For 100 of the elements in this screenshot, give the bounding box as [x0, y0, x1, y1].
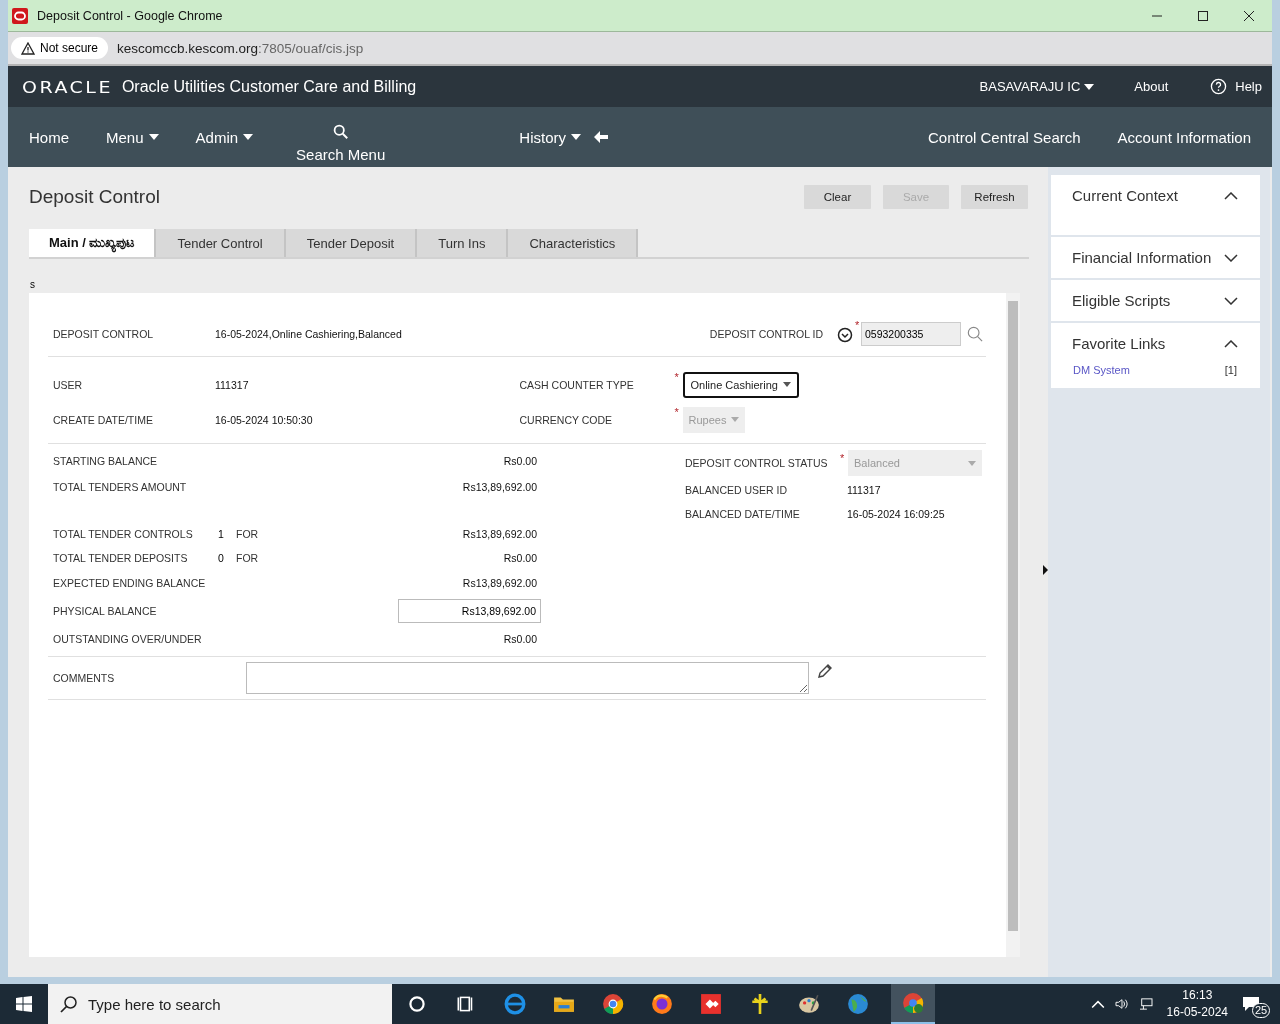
page-title: Deposit Control [29, 186, 160, 208]
window-title: Deposit Control - Google Chrome [37, 8, 223, 23]
taskbar-app-button[interactable] [891, 984, 935, 1024]
taskbar-search-field[interactable]: Type here to search [48, 984, 392, 1024]
select-dropdown[interactable]: Online Cashiering [682, 371, 799, 398]
palette-icon[interactable] [798, 993, 820, 1015]
firefox-icon[interactable] [651, 993, 673, 1015]
required-mark: * [855, 319, 860, 331]
logo: ORACLE [22, 77, 113, 96]
required-mark: * [674, 406, 679, 418]
caret-icon [731, 417, 740, 422]
field-value: 16-05-2024,Online Cashiering,Balanced [215, 327, 402, 340]
chevron-icon [1224, 253, 1238, 262]
amount-value: Rs0.00 [503, 552, 537, 564]
url-text[interactable]: kescomccb.kescom.org:7805/ouaf/cis.jsp [117, 40, 364, 56]
action-button[interactable]: Refresh [961, 185, 1028, 209]
amount-value: Rs0.00 [503, 455, 537, 467]
link-count: [1] [1224, 364, 1237, 376]
speaker-icon[interactable] [1114, 998, 1129, 1010]
tab[interactable]: Tender Control [156, 229, 286, 257]
arrows-app-icon[interactable] [700, 993, 722, 1015]
field-label: BALANCED DATE/TIME [685, 508, 801, 520]
for-label: FOR [236, 528, 259, 540]
field-label: PHYSICAL BALANCE [53, 605, 158, 617]
for-label: FOR [236, 552, 259, 564]
nav-dropdown[interactable]: Admin [195, 128, 254, 146]
search-icon [332, 123, 349, 140]
action-button[interactable]: Clear [804, 185, 871, 209]
nav-link[interactable]: Control Central Search [928, 128, 1081, 146]
amount-value: Rs13,89,692.00 [462, 577, 537, 589]
chevron-icon [1224, 191, 1238, 200]
field-value: 111317 [847, 484, 881, 496]
chrome-icon [902, 992, 924, 1014]
cortana-icon[interactable] [406, 993, 428, 1015]
field-label: USER [53, 378, 84, 391]
about-link[interactable]: About [1134, 79, 1169, 94]
nav-dropdown[interactable]: Menu [106, 128, 159, 146]
help-link[interactable]: Help [1210, 78, 1262, 95]
app-icon [12, 7, 28, 24]
history-dropdown[interactable]: History [519, 128, 581, 146]
back-arrow-icon[interactable] [593, 131, 608, 143]
nav-link[interactable]: Home [29, 128, 69, 146]
tab[interactable]: Characteristics [508, 229, 639, 257]
tab[interactable]: Turn Ins [417, 229, 509, 257]
nav-link[interactable]: Account Information [1117, 128, 1251, 146]
field-value: 16-05-2024 16:09:25 [847, 508, 945, 520]
field-label: STARTING BALANCE [53, 455, 159, 467]
zone-header[interactable]: Financial Information [1051, 237, 1260, 278]
antenna-icon[interactable] [749, 993, 771, 1015]
notification-count: 25 [1252, 1003, 1271, 1018]
amount-input[interactable]: Rs13,89,692.00 [398, 599, 541, 623]
field-value: 111317 [215, 378, 249, 391]
scrollbar[interactable] [1006, 293, 1020, 957]
collapse-arrow-icon[interactable] [1043, 564, 1048, 575]
field-label: COMMENTS [53, 672, 116, 684]
chevron-icon [1224, 339, 1238, 348]
network-icon[interactable] [1138, 998, 1153, 1010]
caret-icon [782, 382, 791, 387]
tab[interactable]: Main / ಮುಖ್ಯಪುಟ [29, 229, 157, 257]
field-label: DEPOSIT CONTROL STATUS [685, 457, 829, 469]
amount-value: Rs13,89,692.00 [462, 528, 537, 540]
notifications-button[interactable]: 25 [1242, 984, 1272, 1024]
caret-icon [570, 134, 581, 140]
chevron-up-icon[interactable] [1090, 998, 1105, 1010]
clock[interactable]: 16:13 16-05-2024 [1166, 987, 1228, 1021]
chrome-icon[interactable] [602, 993, 624, 1015]
section-label: s [30, 279, 36, 292]
field-label: CURRENCY CODE [519, 413, 614, 426]
comments-field[interactable] [246, 662, 809, 694]
field-label: CREATE DATE/TIME [53, 413, 154, 426]
chevron-icon [1224, 296, 1238, 305]
maximize-icon[interactable] [1197, 9, 1209, 22]
count-value: 1 [218, 528, 225, 540]
field-label: BALANCED USER ID [685, 484, 789, 496]
browser-e-icon[interactable] [504, 993, 526, 1015]
close-icon[interactable] [1243, 9, 1255, 22]
field-label: TOTAL TENDER CONTROLS [53, 528, 194, 540]
zone-header[interactable]: Current Context [1051, 175, 1260, 216]
count-value: 0 [218, 552, 225, 564]
search-icon[interactable] [967, 325, 983, 342]
product-title: Oracle Utilities Customer Care and Billing [121, 77, 417, 96]
field-label: DEPOSIT CONTROL [53, 327, 155, 340]
field-label: CASH COUNTER TYPE [519, 378, 635, 391]
user-menu[interactable]: BASAVARAJU IC [979, 79, 1095, 94]
search-menu-button[interactable]: Search Menu [296, 123, 386, 163]
start-icon[interactable] [16, 996, 32, 1012]
pencil-icon[interactable] [817, 663, 833, 679]
field-label: TOTAL TENDER DEPOSITS [53, 552, 189, 564]
field-label: EXPECTED ENDING BALANCE [53, 577, 207, 589]
zone-header[interactable]: Eligible Scripts [1051, 280, 1260, 321]
search-icon [60, 995, 78, 1013]
security-chip[interactable]: Not secure [11, 37, 109, 59]
zone-header[interactable]: Favorite Links [1051, 323, 1260, 364]
favorite-link[interactable]: DM System [1073, 364, 1130, 376]
required-mark: * [674, 371, 679, 383]
caret-icon [1084, 83, 1095, 90]
tab[interactable]: Tender Deposit [285, 229, 418, 257]
input-field[interactable]: 0593200335 [861, 321, 961, 346]
caret-icon [968, 460, 976, 466]
globe-icon[interactable] [847, 993, 869, 1015]
